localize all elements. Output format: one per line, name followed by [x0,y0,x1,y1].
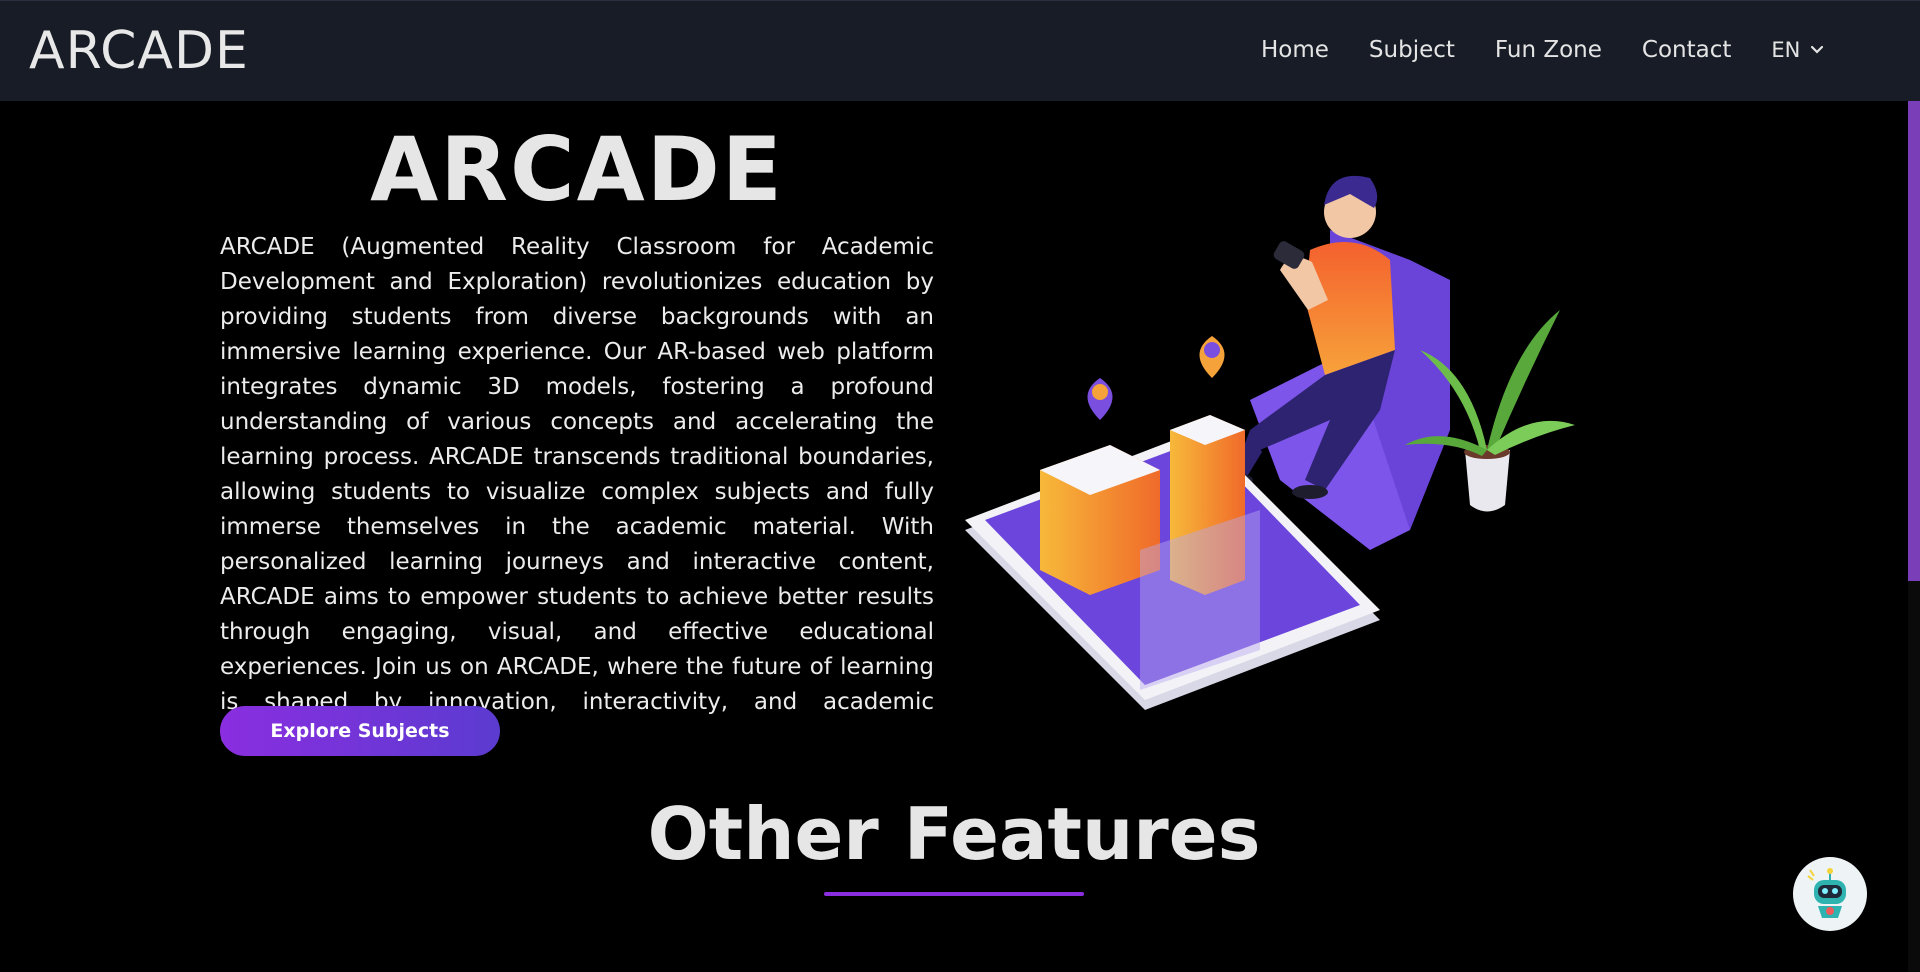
explore-subjects-button[interactable]: Explore Subjects [220,706,500,756]
chevron-down-icon [1811,45,1824,54]
nav-links: Home Subject Fun Zone Contact EN [1261,37,1824,63]
language-selector[interactable]: EN [1771,38,1824,62]
robot-chatbot-icon [1807,868,1846,918]
other-features-title: Other Features [647,792,1261,876]
nav-link-subject[interactable]: Subject [1369,37,1455,63]
nav-link-contact[interactable]: Contact [1642,37,1731,63]
brand-logo[interactable]: ARCADE [29,21,249,81]
scrollbar-thumb[interactable] [1908,101,1920,581]
ar-learning-illustration [965,175,1575,710]
language-label: EN [1771,38,1801,62]
navbar: ARCADE Home Subject Fun Zone Contact EN [0,0,1920,101]
hero-description: ARCADE (Augmented Reality Classroom for … [220,234,934,750]
nav-link-home[interactable]: Home [1261,37,1329,63]
section-underline [824,892,1084,896]
chatbot-button[interactable] [1793,857,1867,931]
nav-link-fun-zone[interactable]: Fun Zone [1495,37,1602,63]
hero-title: ARCADE [370,118,784,221]
